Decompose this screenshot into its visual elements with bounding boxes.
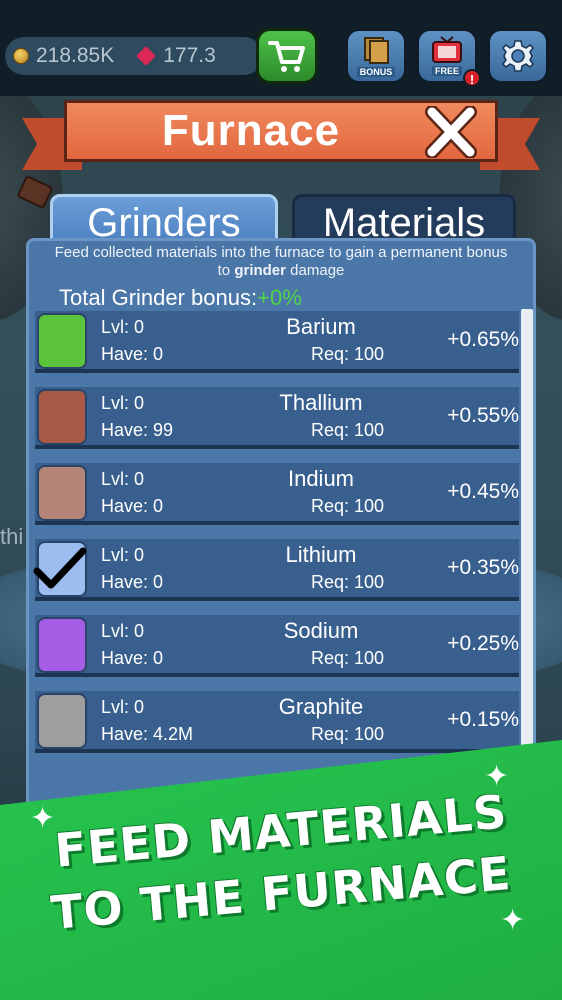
material-bonus: +0.25% bbox=[447, 632, 519, 655]
description-bold: grinder bbox=[234, 262, 286, 279]
material-name: Thallium bbox=[279, 390, 363, 415]
close-button[interactable] bbox=[423, 105, 479, 159]
material-row-lithium[interactable]: Lvl: 0 Have: 0 Lithium Req: 100 +0.35% bbox=[33, 539, 519, 601]
material-swatch[interactable] bbox=[37, 693, 87, 749]
total-bonus-value: +0% bbox=[257, 285, 302, 310]
material-name: Lithium bbox=[285, 542, 357, 567]
coin-count: 218.85K bbox=[36, 44, 115, 67]
sparkle-icon: ✦ bbox=[500, 904, 526, 937]
material-req: Req: 100 bbox=[311, 648, 385, 668]
material-bonus: +0.55% bbox=[447, 404, 519, 427]
material-have: Have: 0 bbox=[101, 648, 164, 668]
material-have: Have: 4.2M bbox=[101, 724, 194, 744]
material-bonus: +0.45% bbox=[447, 480, 519, 503]
material-level: Lvl: 0 bbox=[101, 317, 145, 337]
material-level: Lvl: 0 bbox=[101, 393, 145, 413]
material-name: Barium bbox=[286, 314, 356, 339]
gem-icon bbox=[136, 46, 157, 66]
free-ads-button[interactable]: FREE ! bbox=[416, 28, 481, 87]
gear-icon bbox=[502, 40, 534, 72]
coin-icon bbox=[13, 48, 29, 64]
material-bonus: +0.65% bbox=[447, 328, 519, 351]
material-name: Sodium bbox=[283, 618, 359, 643]
top-bar: 218.85K 177.3 BONUS FREE ! bbox=[0, 0, 562, 96]
background-text: thi bbox=[0, 524, 24, 549]
total-bonus-label: Total Grinder bonus: bbox=[59, 285, 258, 310]
checkmark-icon bbox=[33, 547, 87, 589]
material-bonus: +0.35% bbox=[447, 556, 519, 579]
material-req: Req: 100 bbox=[311, 724, 385, 744]
material-have: Have: 0 bbox=[101, 344, 164, 364]
dialog-title: Furnace bbox=[161, 106, 341, 155]
material-req: Req: 100 bbox=[311, 496, 385, 516]
material-have: Have: 0 bbox=[101, 572, 164, 592]
bonus-cards-icon bbox=[364, 37, 389, 64]
material-swatch[interactable] bbox=[37, 313, 87, 369]
material-row-sodium[interactable]: Lvl: 0 Have: 0 Sodium Req: 100 +0.25% bbox=[35, 615, 519, 677]
bonus-label: BONUS bbox=[356, 67, 396, 77]
materials-list[interactable]: Lvl: 0 Have: 0 Barium Req: 100 +0.65% Lv… bbox=[33, 311, 519, 767]
sparkle-icon: ✦ bbox=[30, 802, 56, 835]
tv-ads-icon bbox=[432, 36, 462, 63]
close-x-icon bbox=[425, 106, 477, 158]
settings-button[interactable] bbox=[487, 28, 549, 84]
material-row-indium[interactable]: Lvl: 0 Have: 0 Indium Req: 100 +0.45% bbox=[35, 463, 519, 525]
material-req: Req: 100 bbox=[311, 572, 385, 592]
sparkle-icon: ✦ bbox=[484, 760, 510, 793]
material-have: Have: 0 bbox=[101, 496, 164, 516]
material-swatch[interactable] bbox=[37, 389, 87, 445]
material-row-barium[interactable]: Lvl: 0 Have: 0 Barium Req: 100 +0.65% bbox=[35, 311, 519, 373]
panel-description: Feed collected materials into the furnac… bbox=[29, 244, 533, 280]
material-have: Have: 99 bbox=[101, 420, 174, 440]
material-level: Lvl: 0 bbox=[101, 545, 145, 565]
currency-display: 218.85K 177.3 bbox=[5, 37, 263, 75]
material-req: Req: 100 bbox=[311, 344, 385, 364]
title-ribbon: Furnace bbox=[64, 100, 498, 162]
material-swatch[interactable] bbox=[37, 465, 87, 521]
total-bonus: Total Grinder bonus:+0% bbox=[59, 285, 302, 311]
shopping-cart-icon bbox=[268, 41, 305, 72]
material-level: Lvl: 0 bbox=[101, 621, 145, 641]
material-row-graphite[interactable]: Lvl: 0 Have: 4.2M Graphite Req: 100 +0.1… bbox=[35, 691, 519, 753]
material-row-thallium[interactable]: Lvl: 0 Have: 99 Thallium Req: 100 +0.55% bbox=[35, 387, 519, 449]
material-bonus: +0.15% bbox=[447, 708, 519, 731]
free-label: FREE bbox=[431, 66, 462, 76]
alert-badge: ! bbox=[463, 69, 481, 87]
bonus-button[interactable]: BONUS bbox=[345, 28, 407, 84]
material-name: Graphite bbox=[278, 694, 364, 719]
material-level: Lvl: 0 bbox=[101, 697, 145, 717]
material-level: Lvl: 0 bbox=[101, 469, 145, 489]
shop-button[interactable] bbox=[256, 28, 318, 84]
material-swatch[interactable] bbox=[37, 617, 87, 673]
material-req: Req: 100 bbox=[311, 420, 385, 440]
gem-count: 177.3 bbox=[163, 44, 216, 67]
description-text-end: damage bbox=[286, 262, 345, 279]
material-name: Indium bbox=[287, 466, 355, 491]
